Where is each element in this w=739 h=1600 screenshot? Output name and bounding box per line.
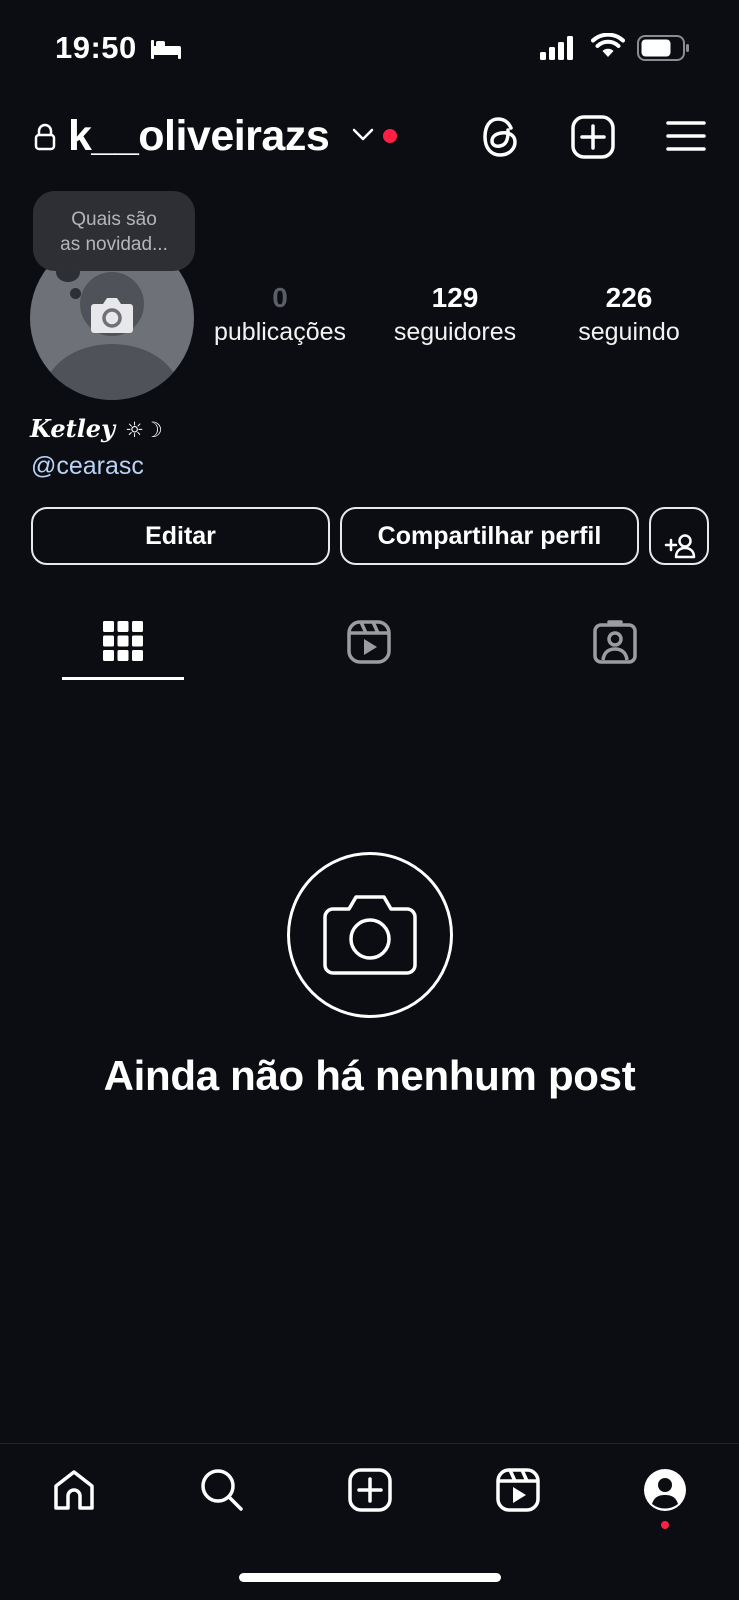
stat-posts-value: 0 [272,282,288,313]
note-bubble-line2: as novidad... [60,234,168,255]
reels-icon[interactable] [496,1468,540,1517]
note-bubble[interactable]: Quais são as novidad... [33,191,195,271]
menu-icon[interactable] [666,120,706,157]
stat-posts-label: publicações [213,318,347,346]
create-icon[interactable] [348,1468,392,1517]
stat-followers-label: seguidores [393,318,517,346]
battery-icon [637,35,691,66]
stat-following-value: 226 [605,282,653,313]
tab-tagged[interactable] [593,620,637,669]
discover-people-button[interactable] [649,507,709,565]
chevron-down-icon[interactable] [352,128,374,147]
tagged-icon [593,620,637,664]
edit-profile-button[interactable]: Editar [31,507,330,565]
note-bubble-tail-dot [70,288,81,299]
tab-grid[interactable] [103,621,143,666]
home-indicator[interactable] [239,1573,501,1582]
reels-icon [347,620,391,664]
threads-icon[interactable] [481,115,521,164]
empty-state-camera [287,852,453,1018]
note-bubble-line1: Quais são [71,209,157,230]
status-time: 19:50 [55,30,137,65]
wifi-icon [591,32,625,64]
stat-followers[interactable]: 129 seguidores [370,282,540,347]
empty-state-title: Ainda não há nenhum post [103,1052,636,1099]
profile-notification-dot [661,1521,669,1529]
display-name: Ketley ☼☽ [30,414,163,443]
camera-icon [90,296,134,339]
plus-square-icon[interactable] [571,115,615,164]
tab-reels[interactable] [347,620,391,669]
signal-icon [540,36,576,65]
add-user-icon [663,524,697,578]
profile-icon[interactable] [643,1468,687,1517]
search-icon[interactable] [200,1468,244,1517]
lock-icon [34,123,56,156]
stat-posts: 0 publicações [195,282,365,347]
threads-handle-link[interactable]: @cearasc [31,452,144,481]
display-name-emoji: ☼☽ [125,418,163,442]
stat-following-label: seguindo [578,318,680,346]
active-tab-indicator [62,677,184,680]
notification-dot [383,129,397,143]
bottom-nav-divider [0,1443,739,1444]
grid-icon [103,621,143,661]
stat-following[interactable]: 226 seguindo [544,282,714,347]
bed-icon [150,38,182,65]
home-icon[interactable] [52,1468,96,1517]
display-name-text: Ketley [30,414,116,443]
share-profile-button[interactable]: Compartilhar perfil [340,507,639,565]
profile-username[interactable]: k__oliveirazs [68,112,330,161]
camera-icon [323,895,417,975]
stat-followers-value: 129 [431,282,479,313]
